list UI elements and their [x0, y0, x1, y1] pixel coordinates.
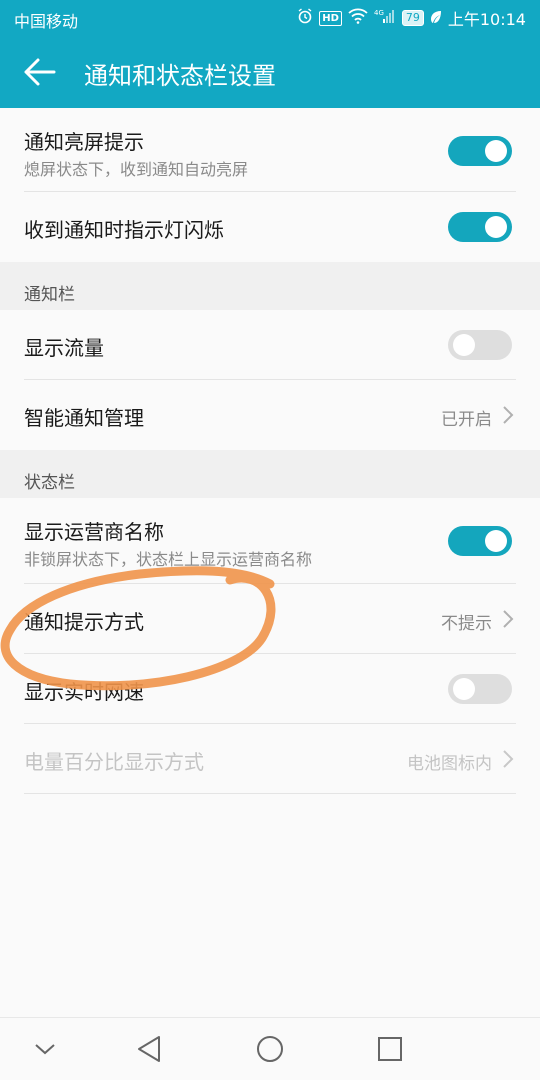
section-title: 状态栏 — [24, 473, 75, 493]
leaf-icon — [430, 9, 442, 28]
setting-title: 显示运营商名称 — [24, 520, 164, 544]
wake-screen-toggle[interactable] — [448, 136, 512, 166]
setting-title: 通知亮屏提示 — [24, 130, 144, 154]
setting-wake-screen[interactable]: 通知亮屏提示 熄屏状态下，收到通知自动亮屏 — [0, 108, 540, 192]
setting-title: 电量百分比显示方式 — [24, 750, 204, 774]
nav-back-button[interactable] — [133, 1032, 167, 1066]
realtime-speed-toggle[interactable] — [448, 674, 512, 704]
chevron-right-icon — [503, 750, 514, 768]
clock: 上午10:14 — [447, 10, 526, 29]
toggle-knob — [485, 140, 507, 162]
setting-subtitle: 非锁屏状态下，状态栏上显示运营商名称 — [24, 550, 313, 569]
toggle-knob — [453, 334, 475, 356]
section-title: 通知栏 — [24, 285, 75, 305]
back-triangle-icon — [138, 1036, 160, 1062]
battery-icon: 79 — [401, 10, 424, 26]
setting-carrier-name[interactable]: 显示运营商名称 非锁屏状态下，状态栏上显示运营商名称 — [0, 498, 540, 584]
setting-value: 已开启 — [441, 410, 492, 430]
setting-battery-percent: 电量百分比显示方式 电池图标内 — [0, 724, 540, 794]
show-traffic-toggle[interactable] — [448, 330, 512, 360]
back-arrow-icon — [24, 58, 56, 86]
section-header-notification-bar: 通知栏 — [0, 262, 540, 310]
setting-value: 不提示 — [441, 614, 492, 634]
settings-list: 通知亮屏提示 熄屏状态下，收到通知自动亮屏 收到通知时指示灯闪烁 通知栏 显示流… — [0, 108, 540, 794]
nav-home-button[interactable] — [253, 1032, 287, 1066]
app-bar: 通知和状态栏设置 — [0, 36, 540, 108]
toggle-knob — [485, 530, 507, 552]
nav-recents-button[interactable] — [373, 1032, 407, 1066]
recents-square-icon — [378, 1037, 402, 1061]
setting-title: 收到通知时指示灯闪烁 — [24, 218, 224, 242]
setting-title: 显示实时网速 — [24, 680, 144, 704]
chevron-down-icon — [35, 1044, 55, 1055]
home-circle-icon — [257, 1036, 283, 1062]
chevron-right-icon — [503, 610, 514, 628]
chevron-right-icon — [503, 406, 514, 424]
wifi-icon — [348, 8, 368, 28]
status-icons: HD 4G 79 上午10:14 — [297, 6, 526, 30]
section-header-status-bar: 状态栏 — [0, 450, 540, 498]
toggle-knob — [485, 216, 507, 238]
setting-title: 显示流量 — [24, 336, 104, 360]
setting-realtime-speed[interactable]: 显示实时网速 — [0, 654, 540, 724]
hd-icon: HD — [319, 10, 342, 26]
network-type-label: 4G — [374, 9, 384, 17]
setting-smart-notification[interactable]: 智能通知管理 已开启 — [0, 380, 540, 450]
collapse-button[interactable] — [28, 1032, 62, 1066]
status-bar: 中国移动 HD 4G 79 上午10:14 — [0, 0, 540, 36]
setting-led-blink[interactable]: 收到通知时指示灯闪烁 — [0, 192, 540, 262]
navigation-bar — [0, 1017, 540, 1080]
led-blink-toggle[interactable] — [448, 212, 512, 242]
setting-value: 电池图标内 — [407, 754, 492, 774]
setting-title: 智能通知管理 — [24, 406, 144, 430]
back-button[interactable] — [22, 54, 62, 90]
alarm-icon — [297, 8, 313, 28]
setting-title: 通知提示方式 — [24, 610, 144, 634]
setting-subtitle: 熄屏状态下，收到通知自动亮屏 — [24, 160, 249, 179]
setting-notify-style[interactable]: 通知提示方式 不提示 — [0, 584, 540, 654]
carrier-name-toggle[interactable] — [448, 526, 512, 556]
setting-show-traffic[interactable]: 显示流量 — [0, 310, 540, 380]
toggle-knob — [453, 678, 475, 700]
divider — [24, 793, 516, 794]
signal-icon: 4G — [374, 8, 396, 28]
carrier-name: 中国移动 — [14, 12, 79, 31]
page-title: 通知和状态栏设置 — [84, 62, 276, 90]
